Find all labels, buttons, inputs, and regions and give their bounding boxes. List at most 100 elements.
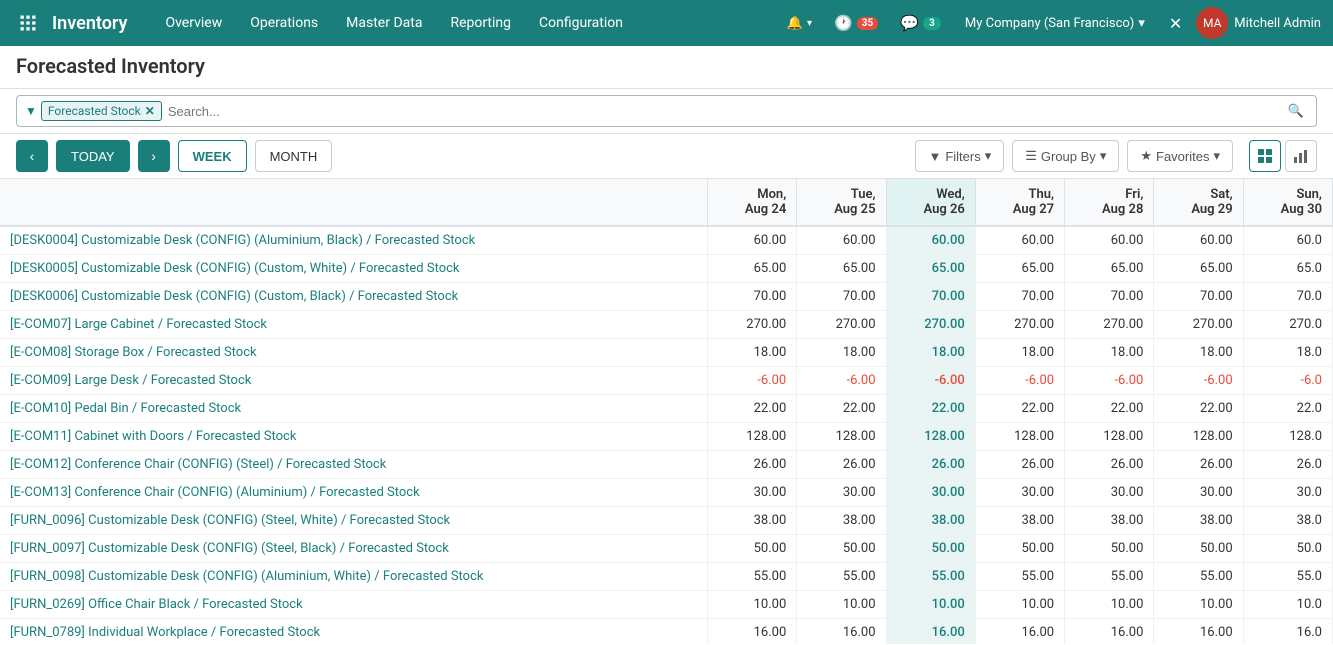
apps-grid-icon[interactable] [12,7,44,39]
today-button[interactable]: TODAY [56,140,130,172]
messages-count-badge: 3 [923,17,941,30]
row-value-cell: 128.00 [1154,423,1243,451]
row-product-name[interactable]: [FURN_0789] Individual Workplace / Forec… [0,619,707,645]
row-product-name[interactable]: [E-COM12] Conference Chair (CONFIG) (Ste… [0,451,707,479]
top-navigation: Inventory Overview Operations Master Dat… [0,0,1333,46]
prev-period-button[interactable]: ‹ [16,140,48,172]
row-product-name[interactable]: [DESK0004] Customizable Desk (CONFIG) (A… [0,226,707,255]
row-value-cell: 16.00 [886,619,975,645]
col-header-thu-aug27: Thu,Aug 27 [975,179,1064,226]
menu-configuration[interactable]: Configuration [525,0,637,46]
row-value-cell: 18.00 [886,339,975,367]
activity-button[interactable]: 🕐 35 [826,10,886,36]
messages-button[interactable]: 💬 3 [892,10,949,36]
row-value-cell: 18.00 [1065,339,1154,367]
row-value-cell: 65.00 [886,255,975,283]
week-period-button[interactable]: WEEK [178,140,247,172]
row-value-cell: 55.0 [1243,563,1332,591]
row-value-cell: 270.0 [1243,311,1332,339]
col-header-wed-aug26: Wed,Aug 26 [886,179,975,226]
bell-icon: 🔔 [787,16,803,31]
next-period-button[interactable]: › [138,140,170,172]
table-row: [E-COM12] Conference Chair (CONFIG) (Ste… [0,451,1333,479]
row-value-cell: 22.00 [1154,395,1243,423]
table-row: [DESK0004] Customizable Desk (CONFIG) (A… [0,226,1333,255]
filter-icon: ▼ [25,104,37,118]
filters-button[interactable]: ▼ Filters ▾ [915,140,1004,172]
row-value-cell: 60.00 [886,226,975,255]
search-input[interactable] [162,104,1284,119]
row-value-cell: 22.0 [1243,395,1332,423]
col-header-name [0,179,707,226]
row-product-name[interactable]: [FURN_0096] Customizable Desk (CONFIG) (… [0,507,707,535]
groupby-label: Group By [1041,149,1096,164]
search-bar[interactable]: ▼ Forecasted Stock ✕ 🔍 [16,95,1317,127]
row-value-cell: 50.00 [1065,535,1154,563]
row-value-cell: 70.00 [1154,283,1243,311]
menu-operations[interactable]: Operations [236,0,332,46]
row-product-name[interactable]: [E-COM10] Pedal Bin / Forecasted Stock [0,395,707,423]
menu-reporting[interactable]: Reporting [436,0,525,46]
row-product-name[interactable]: [FURN_0097] Customizable Desk (CONFIG) (… [0,535,707,563]
menu-master-data[interactable]: Master Data [332,0,436,46]
row-value-cell: 60.00 [1154,226,1243,255]
row-value-cell: 70.00 [1065,283,1154,311]
row-product-name[interactable]: [DESK0005] Customizable Desk (CONFIG) (C… [0,255,707,283]
row-value-cell: 16.00 [975,619,1064,645]
row-value-cell: 38.0 [1243,507,1332,535]
row-product-name[interactable]: [E-COM11] Cabinet with Doors / Forecaste… [0,423,707,451]
row-value-cell: 26.00 [1065,451,1154,479]
chart-view-button[interactable] [1285,140,1317,172]
row-product-name[interactable]: [E-COM07] Large Cabinet / Forecasted Sto… [0,311,707,339]
avatar[interactable]: MA [1196,7,1228,39]
row-value-cell: 22.00 [707,395,796,423]
row-value-cell: 18.00 [1154,339,1243,367]
company-selector[interactable]: My Company (San Francisco) ▾ [955,16,1155,31]
menu-overview[interactable]: Overview [151,0,236,46]
row-value-cell: 26.0 [1243,451,1332,479]
row-value-cell: 128.0 [1243,423,1332,451]
row-value-cell: 38.00 [1065,507,1154,535]
row-value-cell: 38.00 [1154,507,1243,535]
row-value-cell: 50.00 [707,535,796,563]
filters-label: Filters [945,149,980,164]
row-value-cell: 16.00 [707,619,796,645]
row-value-cell: 60.00 [797,226,886,255]
row-product-name[interactable]: [FURN_0098] Customizable Desk (CONFIG) (… [0,563,707,591]
row-value-cell: 65.0 [1243,255,1332,283]
search-tag-label: Forecasted Stock [48,104,141,118]
row-value-cell: 55.00 [707,563,796,591]
row-value-cell: 65.00 [975,255,1064,283]
row-value-cell: 55.00 [1065,563,1154,591]
row-value-cell: 18.00 [707,339,796,367]
row-value-cell: 30.00 [707,479,796,507]
row-product-name[interactable]: [E-COM08] Storage Box / Forecasted Stock [0,339,707,367]
row-value-cell: 128.00 [1065,423,1154,451]
search-tag-close-button[interactable]: ✕ [145,104,155,118]
row-product-name[interactable]: [DESK0006] Customizable Desk (CONFIG) (C… [0,283,707,311]
row-value-cell: 22.00 [886,395,975,423]
groupby-button[interactable]: ☰ Group By ▾ [1012,140,1119,172]
search-tag-forecasted-stock[interactable]: Forecasted Stock ✕ [41,101,162,121]
row-product-name[interactable]: [E-COM13] Conference Chair (CONFIG) (Alu… [0,479,707,507]
row-value-cell: 38.00 [886,507,975,535]
row-value-cell: 55.00 [886,563,975,591]
row-product-name[interactable]: [E-COM09] Large Desk / Forecasted Stock [0,367,707,395]
row-value-cell: 38.00 [707,507,796,535]
filter-funnel-icon: ▼ [928,149,941,164]
table-row: [DESK0006] Customizable Desk (CONFIG) (C… [0,283,1333,311]
favorites-label: Favorites [1156,149,1209,164]
month-period-button[interactable]: MONTH [255,140,333,172]
grid-view-button[interactable] [1249,140,1281,172]
search-icon[interactable]: 🔍 [1284,104,1308,119]
row-value-cell: -6.00 [975,367,1064,395]
user-name: Mitchell Admin [1234,16,1321,31]
col-header-fri-aug28: Fri,Aug 28 [1065,179,1154,226]
notifications-bell-button[interactable]: 🔔 ▾ [779,12,820,35]
row-value-cell: 270.00 [886,311,975,339]
favorites-button[interactable]: ★ Favorites ▾ [1127,140,1233,172]
close-button[interactable]: ✕ [1161,10,1190,37]
groupby-icon: ☰ [1025,148,1037,164]
row-product-name[interactable]: [FURN_0269] Office Chair Black / Forecas… [0,591,707,619]
row-value-cell: 16.00 [1065,619,1154,645]
